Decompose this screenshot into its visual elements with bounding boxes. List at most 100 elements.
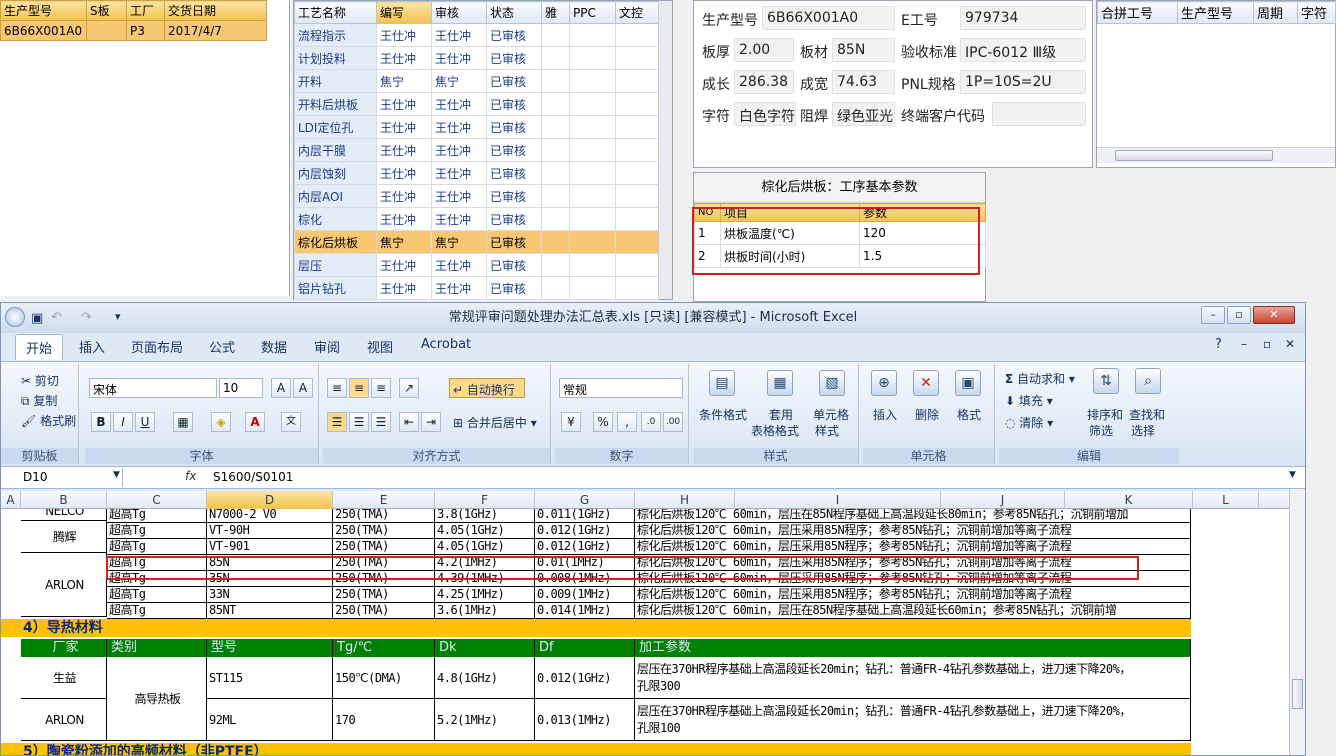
col-model[interactable]: 生产型号 bbox=[0, 0, 87, 21]
soldermask-field[interactable]: 绿色亚光 bbox=[832, 102, 895, 126]
thickness-field[interactable]: 2.00 bbox=[734, 38, 794, 62]
table-format-icon[interactable]: ▦ bbox=[767, 370, 793, 396]
sheet-cell[interactable]: 0.009(1MHz) bbox=[535, 587, 635, 603]
sheet-cell[interactable]: 33N bbox=[207, 587, 333, 603]
wrap-text-button[interactable]: ↵ 自动换行 bbox=[449, 378, 525, 398]
merge-grid[interactable]: 合拼工号 生产型号 周期 字符 bbox=[1096, 0, 1336, 168]
material-field[interactable]: 85N bbox=[832, 38, 895, 62]
sheet-cell[interactable]: 3.8(1GHz) bbox=[435, 509, 535, 523]
width-field[interactable]: 74.63 bbox=[832, 70, 895, 94]
length-field[interactable]: 286.38 bbox=[734, 70, 794, 94]
sheet-cell[interactable]: 4.8(1GHz) bbox=[435, 657, 535, 699]
grow-font-icon[interactable]: A bbox=[271, 378, 291, 398]
format-painter-button[interactable]: 🖌 格式刷 bbox=[21, 412, 76, 429]
sheet-cell[interactable]: 超高Tg bbox=[107, 603, 207, 619]
increase-indent-icon[interactable]: ⇥ bbox=[421, 412, 441, 432]
sheet-cell[interactable]: 棕化后烘板120℃ 60min，层压在85N程序基础上高温段延长80min；参考… bbox=[635, 509, 1191, 523]
horizontal-scrollbar[interactable] bbox=[1097, 147, 1335, 163]
column-header[interactable]: D bbox=[207, 491, 333, 509]
col-s-board[interactable]: S板 bbox=[86, 0, 127, 21]
restore-button[interactable]: ▫ bbox=[1227, 306, 1251, 324]
sheet-cell[interactable]: 0.011(1GHz) bbox=[535, 509, 635, 523]
table-header-cell[interactable]: 厂家 bbox=[21, 639, 107, 657]
quick-access-menu-icon[interactable]: ▾ bbox=[115, 310, 121, 323]
column-header[interactable]: L bbox=[1193, 491, 1259, 509]
table-row[interactable]: 层压 王仕冲 王仕冲 已审核 bbox=[294, 253, 659, 277]
formula-expand-icon[interactable]: ▼ bbox=[1289, 470, 1296, 480]
vendor-cell[interactable]: ARLON bbox=[21, 553, 107, 617]
column-header[interactable]: A bbox=[1, 491, 21, 509]
table-row[interactable]: 内层干膜 王仕冲 王仕冲 已审核 bbox=[294, 138, 659, 162]
column-header[interactable]: C bbox=[107, 491, 207, 509]
table-header-cell[interactable]: 型号 bbox=[207, 639, 333, 657]
save-icon[interactable]: ▣ bbox=[31, 311, 43, 326]
minimize-button[interactable]: – bbox=[1201, 306, 1225, 324]
sheet-cell[interactable]: 4.25(1MHz) bbox=[435, 587, 535, 603]
tab-data[interactable]: 数据 bbox=[261, 337, 287, 356]
increase-decimal-icon[interactable]: .0 bbox=[641, 412, 661, 432]
format-cells-icon[interactable]: ▣ bbox=[955, 370, 981, 396]
vendor-cell[interactable]: 生益 bbox=[21, 657, 107, 699]
align-middle-icon[interactable]: ≡ bbox=[349, 378, 369, 398]
name-box[interactable]: D10 bbox=[1, 468, 123, 487]
sheet-cell[interactable]: 0.012(1GHz) bbox=[535, 523, 635, 539]
sheet-cell[interactable]: 85NT bbox=[207, 603, 333, 619]
sheet-cell[interactable]: 0.013(1MHz) bbox=[535, 699, 635, 741]
font-size-select[interactable]: 10 bbox=[219, 378, 263, 398]
sheet-cell[interactable]: 170 bbox=[333, 699, 435, 741]
table-row[interactable]: 棕化后烘板 焦宁 焦宁 已审核 bbox=[294, 230, 659, 254]
standard-field[interactable]: IPC-6012 Ⅲ级 bbox=[960, 38, 1086, 62]
delete-cells-button[interactable]: 删除 bbox=[915, 406, 939, 423]
sheet-cell[interactable]: 超高Tg bbox=[107, 509, 207, 523]
clear-button[interactable]: ◌ 清除 ▾ bbox=[1005, 414, 1053, 431]
sheet-cell[interactable]: 250(TMA) bbox=[333, 523, 435, 539]
table-header-cell[interactable]: Dk bbox=[435, 639, 535, 657]
sheet-vertical-scrollbar[interactable] bbox=[1289, 489, 1305, 755]
section-heading[interactable]: 5）陶瓷粉添加的高频材料（非PTFE） bbox=[1, 743, 1191, 755]
align-center-icon[interactable]: ☰ bbox=[349, 412, 369, 432]
insert-cells-button[interactable]: 插入 bbox=[873, 406, 897, 423]
vendor-cell[interactable]: NELCO bbox=[21, 509, 107, 521]
sheet-cell[interactable]: 4.05(1GHz) bbox=[435, 539, 535, 555]
sheet-cell[interactable]: 超高Tg bbox=[107, 587, 207, 603]
sort-filter-label-2[interactable]: 筛选 bbox=[1089, 422, 1113, 439]
table-row[interactable]: 内层AOI 王仕冲 王仕冲 已审核 bbox=[294, 184, 659, 208]
sheet-cell[interactable]: 150℃(DMA) bbox=[333, 657, 435, 699]
sheet-cell[interactable]: 3.6(1MHz) bbox=[435, 603, 535, 619]
italic-button[interactable]: I bbox=[113, 412, 133, 432]
column-header[interactable]: F bbox=[435, 491, 535, 509]
column-header[interactable]: J bbox=[941, 491, 1065, 509]
col-factory[interactable]: 工厂 bbox=[126, 0, 165, 21]
comma-icon[interactable]: , bbox=[617, 412, 637, 432]
cell-styles-icon[interactable]: ▧ bbox=[819, 370, 845, 396]
orders-grid[interactable]: 生产型号 S板 工厂 交货日期 6B66X001A0 P3 2017/4/7 bbox=[0, 0, 290, 296]
sheet-cell[interactable]: 0.012(1GHz) bbox=[535, 657, 635, 699]
insert-cells-icon[interactable]: ⊕ bbox=[871, 370, 897, 396]
table-format-label-1[interactable]: 套用 bbox=[769, 406, 793, 423]
col-merge-no[interactable]: 合拼工号 bbox=[1097, 1, 1178, 24]
tab-home[interactable]: 开始 bbox=[15, 334, 64, 360]
col-reviewer[interactable]: 审核 bbox=[431, 1, 487, 24]
sheet-cell[interactable]: 棕化后烘板120℃ 60min，层压采用85N程序；参考85N钻孔；沉铜前增加等… bbox=[635, 587, 1191, 603]
param-cell[interactable]: 层压在370HR程序基础上高温段延长20min；钻孔：普通FR-4钻孔参数基础上… bbox=[635, 657, 1191, 699]
tab-insert[interactable]: 插入 bbox=[79, 337, 105, 356]
fill-button[interactable]: ⬇ 填充 ▾ bbox=[1005, 392, 1053, 409]
pnl-field[interactable]: 1P=10S=2U bbox=[960, 70, 1086, 94]
customer-code-field[interactable] bbox=[992, 102, 1086, 126]
autosum-button[interactable]: Σ 自动求和 ▾ bbox=[1005, 370, 1075, 387]
eno-field[interactable]: 979734 bbox=[960, 6, 1086, 30]
table-header-cell[interactable]: 加工参数 bbox=[635, 639, 1191, 657]
ribbon-minimize-icon[interactable]: – bbox=[1241, 337, 1247, 351]
currency-icon[interactable]: ¥ bbox=[561, 412, 581, 432]
cell-styles-label-1[interactable]: 单元格 bbox=[813, 406, 849, 423]
table-row[interactable]: 铝片钻孔 王仕冲 王仕冲 已审核 bbox=[294, 276, 659, 300]
sheet-cell[interactable]: 棕化后烘板120℃ 60min，层压在85N程序基础上高温段延长60min；参考… bbox=[635, 603, 1191, 619]
col-difficulty[interactable]: 雅 bbox=[541, 1, 570, 24]
sheet-cell[interactable]: 5.2(1MHz) bbox=[435, 699, 535, 741]
align-top-icon[interactable]: ≡ bbox=[327, 378, 347, 398]
fill-color-icon[interactable]: ◈ bbox=[211, 412, 231, 432]
col-process[interactable]: 工艺名称 bbox=[294, 1, 377, 24]
align-bottom-icon[interactable]: ≡ bbox=[371, 378, 391, 398]
decrease-decimal-icon[interactable]: .00 bbox=[663, 412, 683, 432]
sort-filter-icon[interactable]: ⇅ bbox=[1093, 368, 1119, 394]
